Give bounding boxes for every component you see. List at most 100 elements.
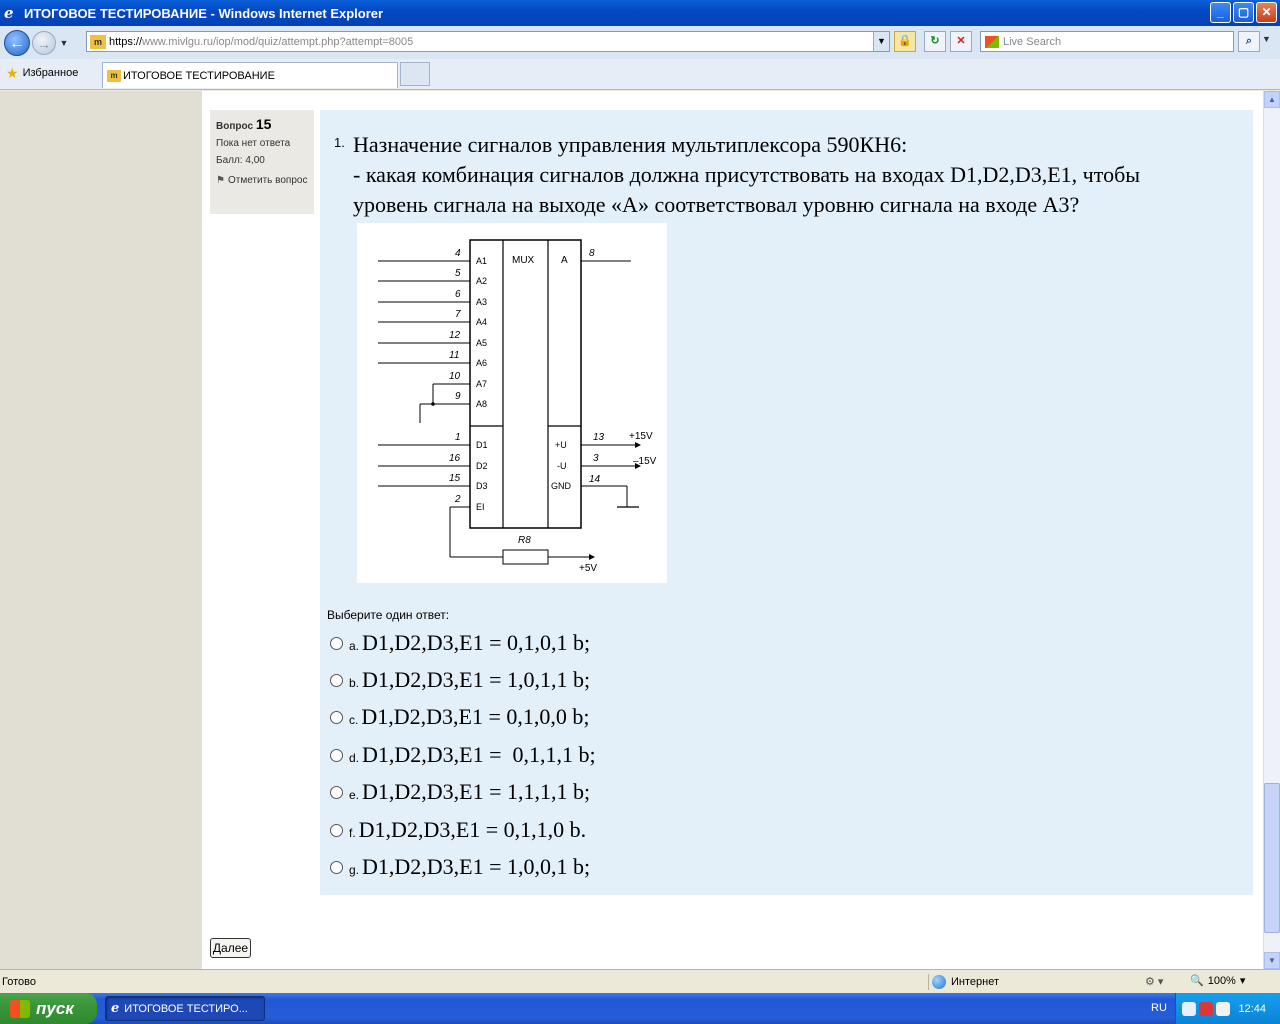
favorites-label: Избранное <box>22 67 79 79</box>
option-letter: e. <box>349 788 360 802</box>
pin-number: 12 <box>449 330 461 341</box>
maximize-button[interactable]: ▢ <box>1233 2 1254 23</box>
history-dropdown-button[interactable]: ▼ <box>58 38 70 48</box>
pin-label: EI <box>476 502 485 512</box>
pin-label: D1 <box>476 440 488 450</box>
answer-option-a[interactable]: a. D1,D2,D3,E1 = 0,1,0,1 b; <box>330 630 590 656</box>
pin-number: 16 <box>449 453 461 464</box>
address-input[interactable]: m https:// www.mivlgu.ru /iop/mod/quiz/a… <box>86 31 890 52</box>
new-tab-button[interactable] <box>400 62 430 86</box>
next-button[interactable]: Далее <box>210 938 251 958</box>
resistor-supply: +5V <box>579 563 597 574</box>
forward-button[interactable]: → <box>32 30 56 55</box>
search-options-dropdown[interactable]: ▼ <box>1262 34 1271 44</box>
address-dropdown-button[interactable]: ▼ <box>873 32 889 51</box>
question-status: Пока нет ответа <box>216 138 291 149</box>
zoom-dropdown-icon: ▾ <box>1239 975 1246 987</box>
answer-option-e[interactable]: e. D1,D2,D3,E1 = 1,1,1,1 b; <box>330 779 590 805</box>
tray-network-icon[interactable] <box>1182 1001 1196 1016</box>
flag-question-link[interactable]: ⚑ Отметить вопрос <box>216 174 308 187</box>
url-path: /iop/mod/quiz/attempt.php?attempt=8005 <box>212 35 414 48</box>
option-text: D1,D2,D3,E1 = 1,1,1,1 b; <box>362 779 591 804</box>
answer-option-f[interactable]: f. D1,D2,D3,E1 = 0,1,1,0 b. <box>330 817 586 843</box>
question-score: Балл: 4,00 <box>216 155 265 166</box>
live-search-icon <box>985 35 999 48</box>
tab-quiz[interactable]: m ИТОГОВОЕ ТЕСТИРОВАНИЕ <box>102 62 398 88</box>
pin-number: 13 <box>593 432 605 443</box>
radio-button[interactable] <box>330 673 343 687</box>
taskbar-item-ie[interactable]: e ИТОГОВОЕ ТЕСТИРО... <box>105 996 265 1021</box>
back-button[interactable]: ← <box>4 29 30 56</box>
scroll-up-button[interactable]: ▲ <box>1264 91 1280 108</box>
question-panel: 1. Назначение сигналов управления мульти… <box>320 110 1253 895</box>
pin-number: 10 <box>449 371 461 382</box>
question-text: 1. Назначение сигналов управления мульти… <box>334 130 1234 220</box>
option-letter: b. <box>349 676 360 690</box>
option-letter: f. <box>349 826 356 840</box>
pin-number: 7 <box>455 309 461 320</box>
zoom-control[interactable]: 🔍 100% ▾ <box>1190 974 1246 988</box>
search-button[interactable]: ⌕ <box>1238 31 1260 52</box>
search-input[interactable]: Live Search <box>980 31 1234 52</box>
answer-option-d[interactable]: d. D1,D2,D3,E1 = 0,1,1,1 b; <box>330 742 596 768</box>
window-controls: _ ▢ ✕ <box>1210 2 1277 23</box>
output-pin: 8 <box>589 248 595 259</box>
search-placeholder: Live Search <box>1003 35 1062 48</box>
supply-label: –15V <box>633 456 657 467</box>
radio-button[interactable] <box>330 636 343 650</box>
option-letter: a. <box>349 639 360 653</box>
pin-label: A4 <box>476 317 487 327</box>
tray-antivirus-icon[interactable] <box>1199 1001 1213 1016</box>
tab-title: ИТОГОВОЕ ТЕСТИРОВАНИЕ <box>123 69 275 82</box>
scroll-thumb[interactable] <box>1264 783 1280 933</box>
radio-button[interactable] <box>330 860 343 874</box>
radio-button[interactable] <box>330 785 343 799</box>
start-button[interactable]: пуск <box>0 993 97 1024</box>
resistor-symbol <box>502 549 549 565</box>
radio-button[interactable] <box>330 710 343 724</box>
protected-mode-icon[interactable]: ⚙ ▾ <box>1145 975 1163 988</box>
scroll-down-button[interactable]: ▼ <box>1264 952 1280 969</box>
tray-security-icon[interactable] <box>1216 1001 1230 1016</box>
power-pins: +U 13 +15V -U 3 –15V GND 14 <box>551 431 657 508</box>
language-indicator[interactable]: RU <box>1151 1002 1167 1014</box>
option-text: D1,D2,D3,E1 = 0,1,0,1 b; <box>362 630 591 655</box>
taskbar: пуск e ИТОГОВОЕ ТЕСТИРО... RU 12:44 <box>0 993 1280 1024</box>
pin-number: 15 <box>449 473 461 484</box>
pin-label: A8 <box>476 399 487 409</box>
stop-button[interactable]: ✕ <box>950 31 972 52</box>
favorites-button[interactable]: ★ Избранное <box>6 66 78 80</box>
option-text: D1,D2,D3,E1 = 0,1,1,1 b; <box>362 742 596 767</box>
left-sidebar <box>0 91 202 969</box>
radio-button[interactable] <box>330 823 343 837</box>
refresh-button[interactable]: ↻ <box>924 31 946 52</box>
output-label: A <box>561 255 568 266</box>
answer-option-c[interactable]: c. D1,D2,D3,E1 = 0,1,0,0 b; <box>330 704 589 730</box>
option-text: D1,D2,D3,E1 = 1,0,1,1 b; <box>362 667 591 692</box>
option-text: D1,D2,D3,E1 = 0,1,0,0 b; <box>361 704 590 729</box>
minimize-button[interactable]: _ <box>1210 2 1231 23</box>
question-info-box: Вопрос 15 Пока нет ответа Балл: 4,00 ⚑ О… <box>210 110 314 214</box>
radio-button[interactable] <box>330 748 343 762</box>
pin-label: -U <box>557 461 567 471</box>
clock: 12:44 <box>1238 1002 1266 1015</box>
vertical-scrollbar[interactable]: ▲ ▼ <box>1263 91 1280 969</box>
option-letter: g. <box>349 863 360 877</box>
tab-favicon-icon: m <box>107 69 121 82</box>
answer-option-b[interactable]: b. D1,D2,D3,E1 = 1,0,1,1 b; <box>330 667 590 693</box>
pin-number: 11 <box>449 350 459 361</box>
question-list-number: 1. <box>334 135 345 150</box>
pin-number: 9 <box>455 391 461 402</box>
question-number: 15 <box>255 116 272 132</box>
option-text: D1,D2,D3,E1 = 0,1,1,0 b. <box>358 817 587 842</box>
close-button[interactable]: ✕ <box>1256 2 1277 23</box>
answer-option-g[interactable]: g. D1,D2,D3,E1 = 1,0,0,1 b; <box>330 854 590 880</box>
flag-question-label: Отметить вопрос <box>227 175 308 186</box>
pin-number: 6 <box>455 289 461 300</box>
pin-label: D3 <box>476 481 488 491</box>
zoom-level: 100% <box>1207 974 1236 987</box>
star-icon: ★ <box>6 65 19 81</box>
question-line: - какая комбинация сигналов должна прису… <box>353 162 1141 187</box>
pin-label: A7 <box>476 379 487 389</box>
security-lock-icon[interactable]: 🔒 <box>894 31 916 52</box>
